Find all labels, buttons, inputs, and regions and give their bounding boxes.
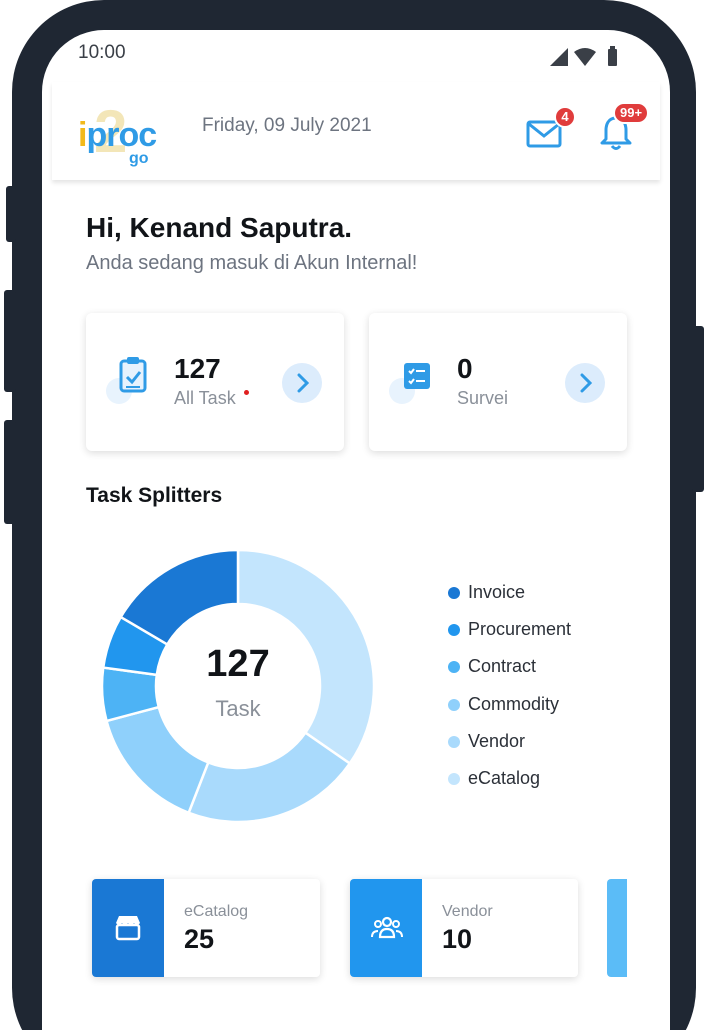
tile-icon-panel (92, 879, 164, 977)
ecatalog-tile[interactable]: eCatalog 25 (92, 879, 320, 977)
chevron-right-icon (580, 373, 593, 393)
header-date: Friday, 09 July 2021 (202, 115, 372, 136)
donut-center-label: Task (215, 696, 261, 721)
phone-side-button (4, 290, 16, 392)
legend-item-vendor: Vendor (448, 730, 571, 767)
status-icons (550, 46, 617, 66)
iproc-go-logo: 2 iproc go (78, 102, 168, 168)
legend-item-invoice: Invoice (448, 581, 571, 618)
users-icon (371, 916, 403, 939)
legend-item-ecatalog: eCatalog (448, 767, 571, 804)
wifi-icon (574, 48, 596, 66)
survei-count: 0 (457, 353, 473, 384)
store-icon (115, 916, 141, 941)
next-tile-peek[interactable] (607, 879, 627, 977)
phone-side-button (4, 420, 16, 524)
vendor-tile[interactable]: Vendor 10 (350, 879, 578, 977)
battery-icon (608, 49, 617, 66)
chart-legend: Invoice Procurement Contract Commodity Vendo… (448, 581, 571, 804)
survei-label: Survei (457, 388, 509, 408)
mail-badge: 4 (554, 106, 576, 128)
task-donut-chart: 127 Task (100, 548, 376, 824)
legend-swatch (448, 735, 460, 748)
task-splitters-title: Task Splitters (86, 484, 223, 507)
legend-label: Invoice (468, 582, 526, 602)
status-time: 10:00 (78, 42, 126, 63)
phone-side-button (692, 326, 704, 492)
ecatalog-tile-value: 25 (184, 924, 215, 954)
app-screen: 10:00 2 iproc go Friday, 09 July 2021 4 (42, 30, 670, 1030)
legend-item-procurement: Procurement (448, 618, 571, 655)
app-header: 2 iproc go Friday, 09 July 2021 4 99+ (52, 82, 660, 180)
legend-swatch (448, 624, 460, 637)
greeting-title: Hi, Kenand Saputra. (86, 212, 353, 243)
donut-slice-commodity (105, 705, 210, 815)
legend-label: Commodity (468, 693, 560, 714)
legend-label: eCatalog (468, 767, 541, 788)
checklist-icon (404, 363, 430, 389)
all-task-card[interactable]: 127 All Task (86, 313, 344, 451)
donut-svg (100, 548, 376, 824)
legend-item-commodity: Commodity (448, 693, 571, 730)
donut-center-value: 127 (206, 643, 270, 685)
status-bar: 10:00 (42, 30, 670, 80)
all-task-arrow-button[interactable] (282, 363, 322, 403)
all-task-count: 127 (174, 353, 221, 384)
logo-sub: go (129, 150, 149, 167)
vendor-tile-label: Vendor (442, 903, 493, 920)
clipboard-check-icon (119, 357, 147, 393)
all-task-label: All Task (174, 388, 236, 408)
legend-label: Vendor (468, 730, 526, 751)
donut-slice-vendor (187, 730, 352, 824)
logo-proc: proc (86, 116, 157, 154)
notification-badge: 99+ (613, 102, 650, 124)
survei-arrow-button[interactable] (565, 363, 605, 403)
phone-side-button (6, 186, 16, 242)
chevron-right-icon (297, 373, 310, 393)
legend-swatch (448, 587, 460, 599)
ecatalog-tile-label: eCatalog (184, 903, 249, 920)
legend-swatch (448, 772, 460, 785)
notification-button[interactable]: 99+ (597, 102, 667, 152)
logo-word: iproc (78, 116, 157, 154)
mail-button[interactable]: 4 (526, 106, 576, 152)
legend-label: Procurement (468, 619, 572, 640)
tile-icon-panel (350, 879, 422, 977)
legend-label: Contract (468, 656, 537, 677)
greeting-subtitle: Anda sedang masuk di Akun Internal! (86, 252, 418, 274)
legend-swatch (448, 698, 460, 711)
new-indicator-dot (244, 390, 249, 395)
signal-icon (550, 48, 568, 66)
legend-item-contract: Contract (448, 655, 571, 692)
survei-card[interactable]: 0 Survei (369, 313, 627, 451)
vendor-tile-value: 10 (442, 924, 473, 954)
legend-swatch (448, 661, 460, 674)
